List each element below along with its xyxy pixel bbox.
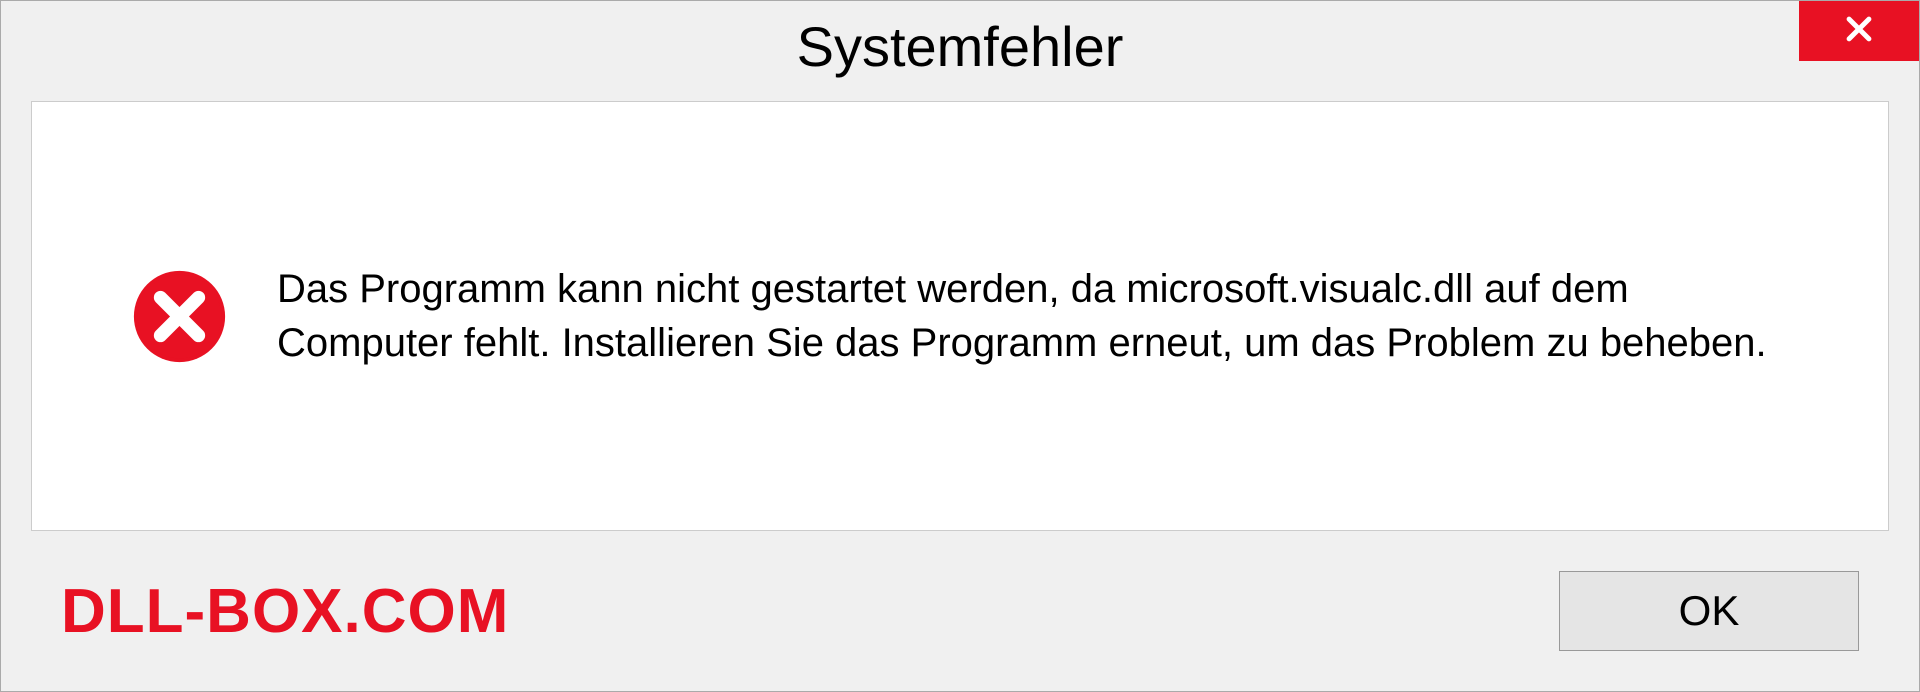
ok-button-label: OK xyxy=(1679,587,1740,635)
titlebar: Systemfehler xyxy=(1,1,1919,91)
close-button[interactable] xyxy=(1799,1,1919,61)
content-area: Das Programm kann nicht gestartet werden… xyxy=(31,101,1889,531)
dialog-title: Systemfehler xyxy=(797,14,1124,79)
error-icon xyxy=(132,269,227,364)
close-icon xyxy=(1842,12,1876,51)
error-dialog: Systemfehler Das Programm kann nicht ges… xyxy=(0,0,1920,692)
watermark-text: DLL-BOX.COM xyxy=(61,576,509,647)
error-message: Das Programm kann nicht gestartet werden… xyxy=(277,262,1808,370)
dialog-footer: DLL-BOX.COM OK xyxy=(1,531,1919,691)
ok-button[interactable]: OK xyxy=(1559,571,1859,651)
